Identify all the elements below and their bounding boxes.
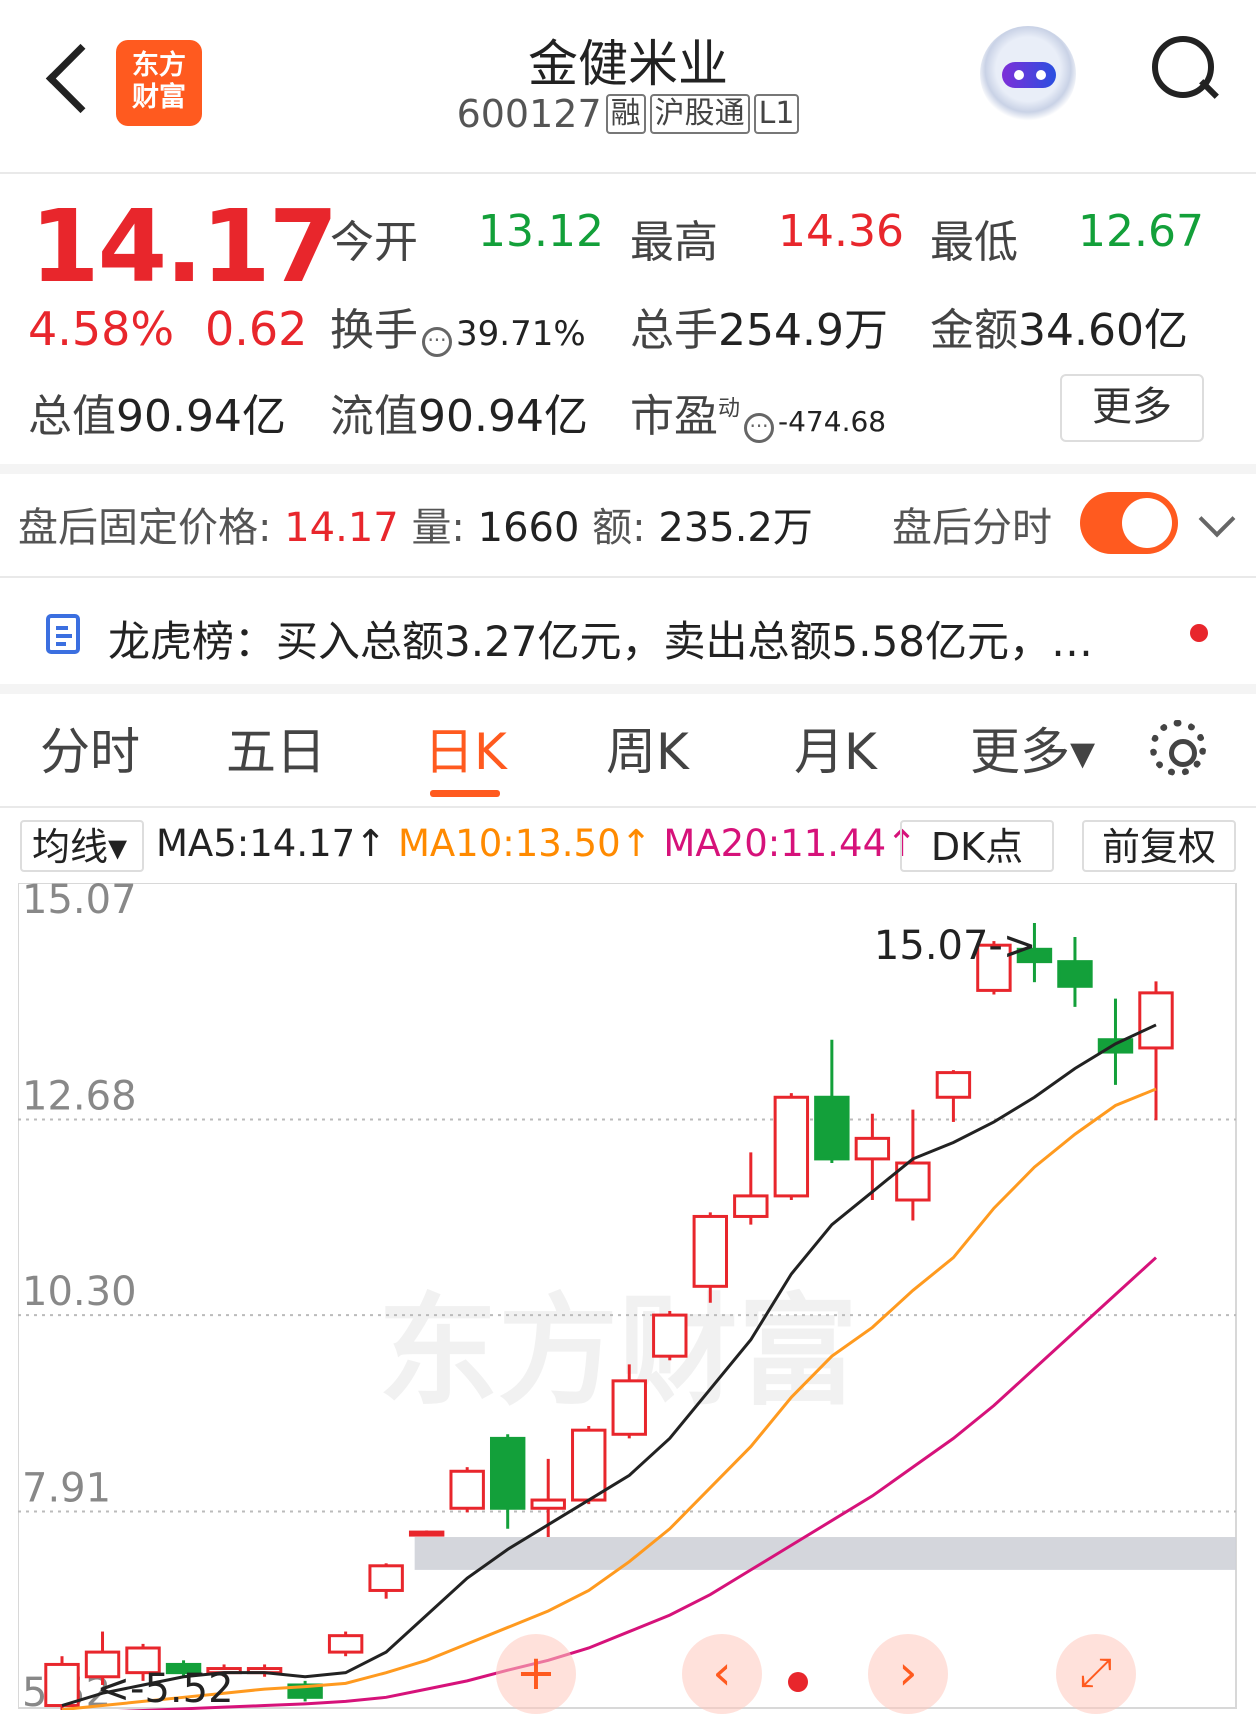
more-dots-icon[interactable]: ··· <box>744 413 775 443</box>
pe-label: 市盈 <box>630 391 718 442</box>
candle-body <box>814 1095 850 1161</box>
y-tick-label: 7.91 <box>22 1466 111 1512</box>
ah-vol-label: 量: <box>411 505 465 551</box>
ma20-value: MA20:11.44↑ <box>663 822 918 865</box>
turnover-value: 39.71% <box>456 314 586 354</box>
dk-point-button[interactable]: DK点 <box>900 820 1054 872</box>
next-arrow-button[interactable]: › <box>868 1634 948 1714</box>
ah-label: 盘后固定价格: <box>18 505 272 551</box>
ah-amt-label: 额: <box>592 505 646 551</box>
candle-body <box>773 1095 810 1198</box>
amount-value: 34.60亿 <box>1018 305 1188 356</box>
ma5-value: MA5:14.17↑ <box>156 822 387 865</box>
tab-daily-k[interactable]: 日K <box>424 712 507 784</box>
tab-intraday[interactable]: 分时 <box>40 712 140 784</box>
after-hours-row: 盘后固定价格: 14.17 量: 1660 额: 235.2万 <box>18 495 813 553</box>
tab-weekly-k[interactable]: 周K <box>606 712 689 784</box>
ah-price: 14.17 <box>284 505 399 551</box>
dragon-tiger-news[interactable]: 龙虎榜：买入总额3.27亿元，卖出总额5.58亿元，… <box>108 608 1093 669</box>
candle-body <box>935 1071 972 1099</box>
fullscreen-expand-icon[interactable]: ⤢ <box>1056 1634 1136 1714</box>
candle-body <box>652 1313 688 1358</box>
more-dots-icon[interactable]: ··· <box>422 327 452 357</box>
volume-label: 总手 <box>630 305 718 356</box>
candle-body <box>692 1214 729 1288</box>
tag-margin: 融 <box>605 94 646 134</box>
tag-level: L1 <box>753 94 800 134</box>
current-price: 14.17 <box>30 188 338 305</box>
ai-assistant-robot-icon[interactable] <box>980 26 1076 122</box>
high-label: 最高 <box>630 217 718 268</box>
pe-ratio[interactable]: 市盈动··· -474.68 <box>630 380 886 444</box>
after-hours-toggle[interactable] <box>1080 492 1178 554</box>
mktcap-label: 总值 <box>28 391 116 442</box>
more-button[interactable]: 更多 <box>1060 374 1204 442</box>
float-cap: 流值90.94亿 <box>330 380 588 444</box>
amount-label: 金额 <box>930 305 1018 356</box>
candlestick-chart[interactable]: 东方财富 15.0712.6810.307.915.52 15.07-> <-5… <box>18 883 1238 1710</box>
candle-body <box>571 1428 607 1502</box>
tab-five-day[interactable]: 五日 <box>226 712 326 784</box>
candle-body <box>368 1564 404 1592</box>
high-value: 14.36 <box>778 206 904 257</box>
float-label: 流值 <box>330 391 418 442</box>
chevron-down-icon[interactable] <box>1198 500 1236 538</box>
ah-amt: 235.2万 <box>658 505 813 551</box>
low-value: 12.67 <box>1078 206 1204 257</box>
pe-sup: 动 <box>718 396 741 422</box>
gear-icon[interactable] <box>1150 720 1206 776</box>
candle-body <box>1138 991 1174 1050</box>
tag-connect: 沪股通 <box>649 94 750 134</box>
mktcap-value: 90.94亿 <box>116 391 286 442</box>
ma10-value: MA10:13.50↑ <box>397 822 652 865</box>
candle-body <box>408 1530 445 1537</box>
zoom-in-button[interactable]: + <box>496 1634 576 1714</box>
y-tick-label: 12.68 <box>22 1073 137 1119</box>
open-label: 今开 <box>330 217 418 268</box>
prev-arrow-button[interactable]: ‹ <box>682 1634 762 1714</box>
low-annotation: <-5.52 <box>97 1666 234 1710</box>
ma-selector[interactable]: 均线▾ <box>20 820 144 872</box>
open-value: 13.12 <box>478 206 604 257</box>
turnover-label-text: 换手 <box>330 305 418 356</box>
unread-dot <box>1190 624 1208 642</box>
candle-body <box>489 1436 526 1510</box>
volume-value: 254.9万 <box>718 305 888 356</box>
tab-monthly-k[interactable]: 月K <box>794 712 877 784</box>
candle-body <box>530 1498 566 1510</box>
active-tab-underline <box>430 790 500 797</box>
adjust-button[interactable]: 前复权 <box>1082 820 1236 872</box>
tab-more[interactable]: 更多▾ <box>970 712 1095 784</box>
market-cap: 总值90.94亿 <box>28 380 286 444</box>
high-annotation: 15.07-> <box>874 923 1036 969</box>
amount: 金额34.60亿 <box>930 294 1188 358</box>
candle-body <box>611 1379 647 1436</box>
stock-code: 600127 <box>456 92 602 136</box>
y-tick-label: 15.07 <box>22 883 137 923</box>
change-amount: 0.62 <box>205 302 308 356</box>
candle-body <box>733 1194 769 1218</box>
candle-body <box>1057 960 1093 988</box>
ah-vol: 1660 <box>477 505 580 551</box>
candle-body <box>327 1634 364 1654</box>
low-label: 最低 <box>930 217 1018 268</box>
pe-value: -474.68 <box>778 405 887 438</box>
float-value: 90.94亿 <box>418 391 588 442</box>
candle-body <box>449 1469 485 1510</box>
y-tick-label: 10.30 <box>22 1269 137 1315</box>
document-icon <box>46 614 80 654</box>
candle-body <box>44 1662 80 1708</box>
ma-values: MA5:14.17↑ MA10:13.50↑ MA20:11.44↑ <box>156 822 917 865</box>
volume: 总手254.9万 <box>630 294 888 358</box>
indicator-dot <box>788 1672 808 1692</box>
change-percent: 4.58% <box>28 302 175 356</box>
candle-body <box>854 1136 891 1161</box>
support-band <box>414 1537 1237 1570</box>
after-hours-intraday-label: 盘后分时 <box>892 505 1052 551</box>
turnover-label[interactable]: 换手 ··· 39.71% <box>330 294 586 358</box>
